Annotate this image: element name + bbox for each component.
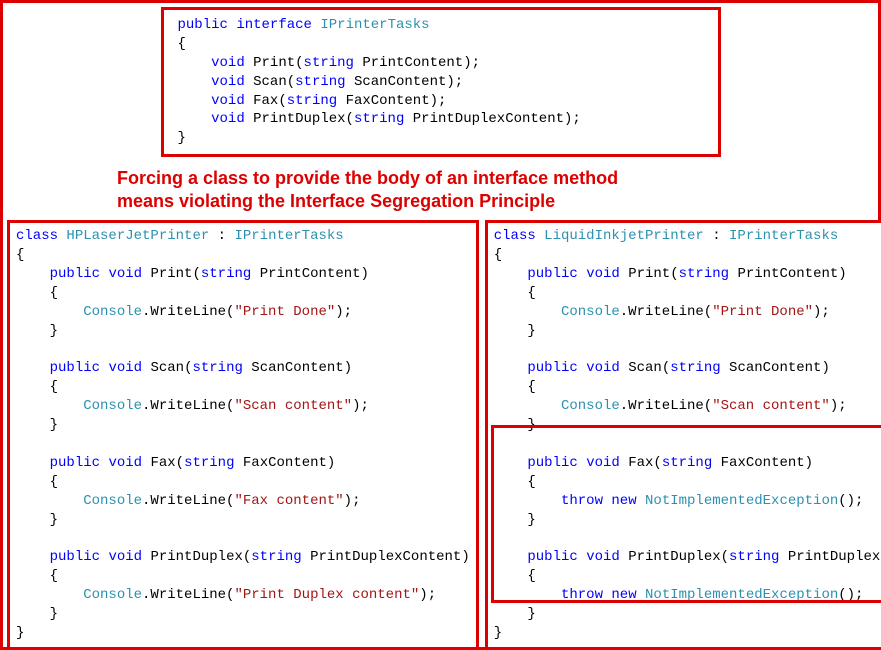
interface-code-box: public interface IPrinterTasks { void Pr…	[161, 7, 721, 157]
left-class-box: class HPLaserJetPrinter : IPrinterTasks …	[7, 220, 479, 650]
classes-row: class HPLaserJetPrinter : IPrinterTasks …	[7, 220, 874, 650]
violation-highlight-box	[491, 425, 881, 603]
left-class-code: class HPLaserJetPrinter : IPrinterTasks …	[16, 227, 470, 643]
right-class-box: class LiquidInkjetPrinter : IPrinterTask…	[485, 220, 881, 650]
diagram-container: public interface IPrinterTasks { void Pr…	[0, 0, 881, 650]
interface-code: public interface IPrinterTasks { void Pr…	[178, 16, 704, 148]
caption-text: Forcing a class to provide the body of a…	[117, 167, 757, 212]
